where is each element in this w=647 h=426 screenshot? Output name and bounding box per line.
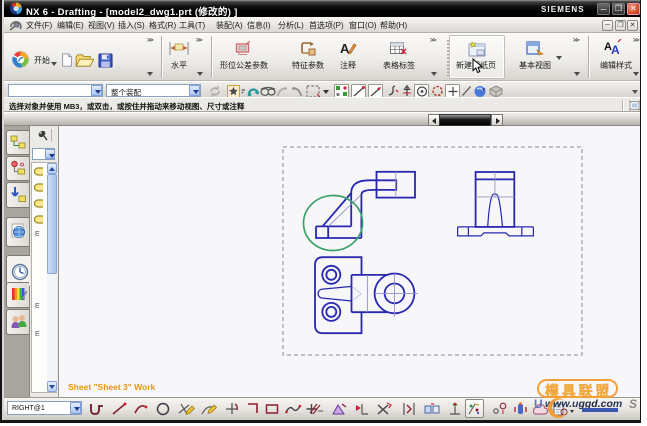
svg-text:A: A — [611, 43, 620, 57]
